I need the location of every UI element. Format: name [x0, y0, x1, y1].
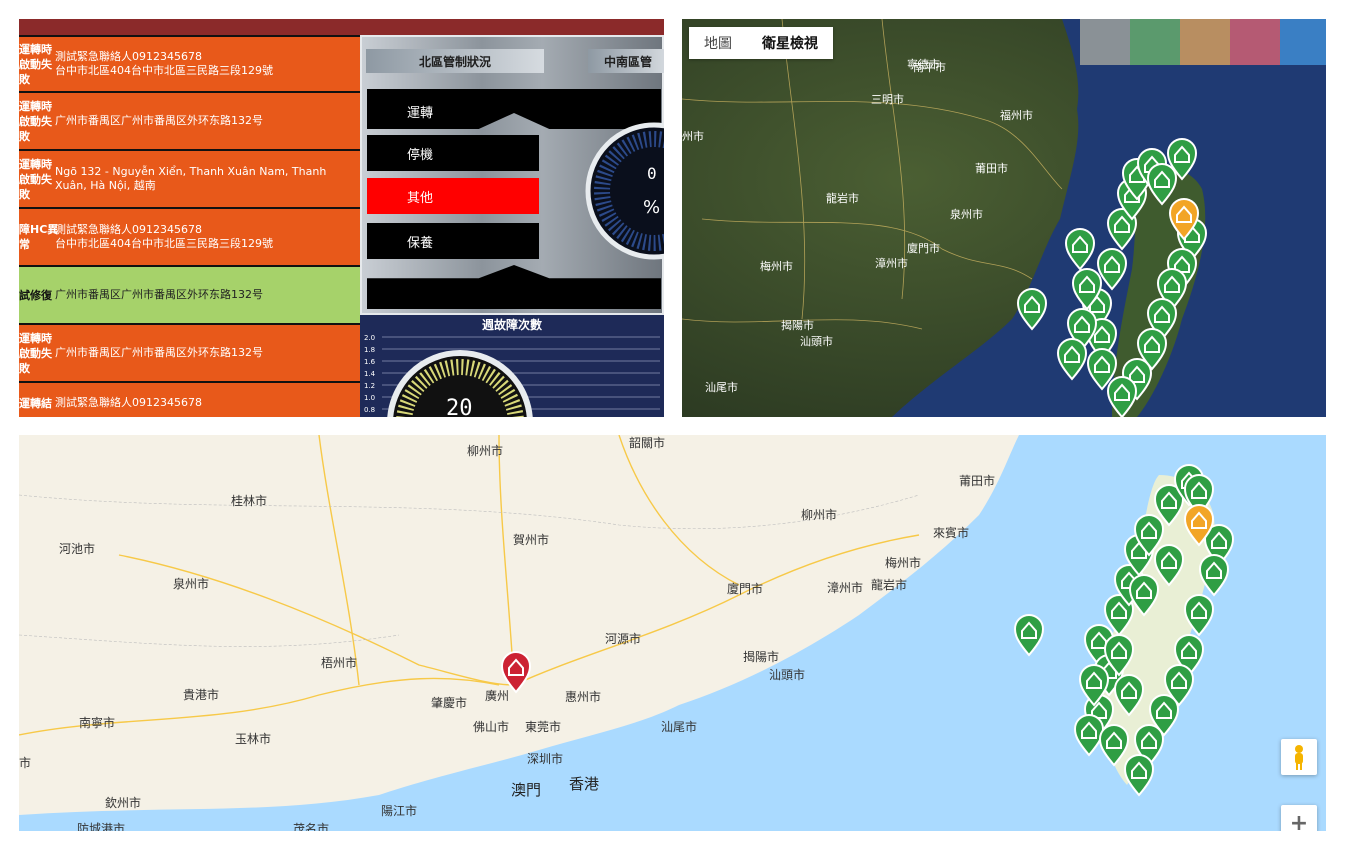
percent-gauge: 0 %: [585, 122, 664, 260]
marker-layer-bottom: [500, 464, 1235, 797]
chart-yticks: 2.0 1.8 1.6 1.4 1.2 1.0 0.8: [364, 334, 376, 414]
alert-row[interactable]: 運轉時 啟動失 敗 广州市番禺区广州市番禺区外环东路132号: [19, 93, 360, 149]
status-other-button[interactable]: 其他: [367, 178, 539, 214]
location-marker-icon[interactable]: [1113, 674, 1145, 717]
location-marker-icon[interactable]: [500, 651, 532, 694]
north-title: 北區管制狀況: [366, 49, 544, 73]
location-marker-icon[interactable]: [1064, 228, 1096, 271]
south-title: 中南區管: [588, 49, 664, 73]
fault-gauge-value: 20: [446, 396, 473, 417]
north-control-panel: 北區管制狀況 中南區管 運轉 停機 其他 保養 0 %: [360, 35, 664, 315]
alert-row[interactable]: 運轉時 啟動失 敗 測試緊急聯絡人0912345678 台中市北區404台中市北…: [19, 37, 360, 91]
alert-text: 測試緊急聯絡人0912345678: [55, 396, 202, 409]
alert-list[interactable]: 運轉時 啟動失 敗 測試緊急聯絡人0912345678 台中市北區404台中市北…: [19, 35, 360, 417]
location-marker-icon[interactable]: [1016, 288, 1048, 331]
location-marker-icon[interactable]: [1106, 376, 1138, 417]
road-map[interactable]: 柳州市 韶關市 桂林市 河池市 柳州市 賀州市 來賓市 梅州市 龍岩市 泉州市 廈門市 漳州市 莆田市河…: [19, 435, 1326, 831]
alert-row[interactable]: 運轉結 測試緊急聯絡人0912345678: [19, 383, 360, 417]
location-marker-icon[interactable]: [1153, 544, 1185, 587]
alert-text: 广州市番禺区广州市番禺区外环东路132号: [55, 288, 263, 301]
alert-text: 測試緊急聯絡人0912345678 台中市北區404台中市北區三民路三段129號: [55, 50, 273, 77]
street-view-pegman-button[interactable]: [1281, 739, 1317, 775]
alert-type: 運轉時 啟動失 敗: [19, 99, 52, 143]
location-marker-icon[interactable]: [1123, 754, 1155, 797]
alert-type: 運轉時 啟動失 敗: [19, 42, 52, 86]
alert-type: 運轉時 啟動失 敗: [19, 331, 52, 375]
location-marker-icon[interactable]: [1073, 714, 1105, 757]
ytick-label: 1.2: [364, 382, 375, 390]
alert-text: 广州市番禺区广州市番禺区外环东路132号: [55, 346, 263, 359]
weekly-chart-title: 週故障次數: [481, 318, 542, 332]
alert-row[interactable]: 試修復 广州市番禺区广州市番禺区外环东路132号: [19, 267, 360, 323]
location-marker-icon[interactable]: [1146, 163, 1178, 206]
location-marker-icon[interactable]: [1128, 574, 1160, 617]
chevron-bottom-shape: [367, 265, 661, 309]
location-marker-icon[interactable]: [1183, 594, 1215, 637]
gauge-value: 0: [647, 164, 657, 183]
alert-row[interactable]: 運轉時 啟動失 敗 Ngõ 132 - Nguyễn Xiển, Thanh X…: [19, 151, 360, 207]
ytick-label: 1.0: [364, 394, 375, 402]
dashboard-panel: 運轉時 啟動失 敗 測試緊急聯絡人0912345678 台中市北區404台中市北…: [19, 19, 664, 417]
status-stopped-button[interactable]: 停機: [367, 135, 539, 171]
alert-text: 測試緊急聯絡人0912345678 台中市北區404台中市北區三民路三段129號: [55, 223, 273, 250]
weekly-chart-svg: 2.0 1.8 1.6 1.4 1.2 1.0 0.8 20: [364, 334, 660, 417]
ytick-label: 1.8: [364, 346, 375, 354]
ytick-label: 2.0: [364, 334, 375, 342]
alert-row[interactable]: 運轉時 啟動失 敗 广州市番禺区广州市番禺区外环东路132号: [19, 325, 360, 381]
alert-text: 广州市番禺区广州市番禺区外环东路132号: [55, 114, 263, 127]
location-marker-icon[interactable]: [1098, 724, 1130, 767]
location-marker-icon[interactable]: [1056, 338, 1088, 381]
pegman-icon: [1295, 745, 1303, 770]
alert-type: 試修復: [19, 288, 52, 302]
satellite-map[interactable]: 地圖 衛星檢視 寧德市 南平市 三明市 福州市 莆田市 龍岩市 泉州市 廈門市 …: [682, 19, 1326, 417]
location-marker-icon[interactable]: [1096, 248, 1128, 291]
zoom-in-button[interactable]: +: [1281, 805, 1317, 831]
alert-type: 運轉結: [19, 396, 52, 410]
status-running-button[interactable]: 運轉: [367, 93, 539, 129]
alert-type: 障HC異 常: [19, 223, 59, 251]
panel-topbar: [19, 19, 664, 35]
ytick-label: 1.4: [364, 370, 376, 378]
gauge-unit: %: [643, 197, 660, 218]
ytick-label: 1.6: [364, 358, 376, 366]
alert-text: Ngõ 132 - Nguyễn Xiển, Thanh Xuân Nam, T…: [55, 165, 327, 192]
weekly-fault-chart: 週故障次數 2.0 1.8 1.6 1.4 1.2 1.0 0.8 20: [360, 315, 664, 417]
ytick-label: 0.8: [364, 406, 375, 414]
marker-layer-top: [1016, 138, 1208, 417]
location-marker-icon[interactable]: [1013, 614, 1045, 657]
alert-row[interactable]: 障HC異 常 測試緊急聯絡人0912345678 台中市北區404台中市北區三民…: [19, 209, 360, 265]
location-marker-icon[interactable]: [1198, 554, 1230, 597]
zoom-in-label: +: [1289, 810, 1309, 832]
alert-type: 運轉時 啟動失 敗: [19, 157, 52, 201]
status-maintenance-button[interactable]: 保養: [367, 223, 539, 259]
